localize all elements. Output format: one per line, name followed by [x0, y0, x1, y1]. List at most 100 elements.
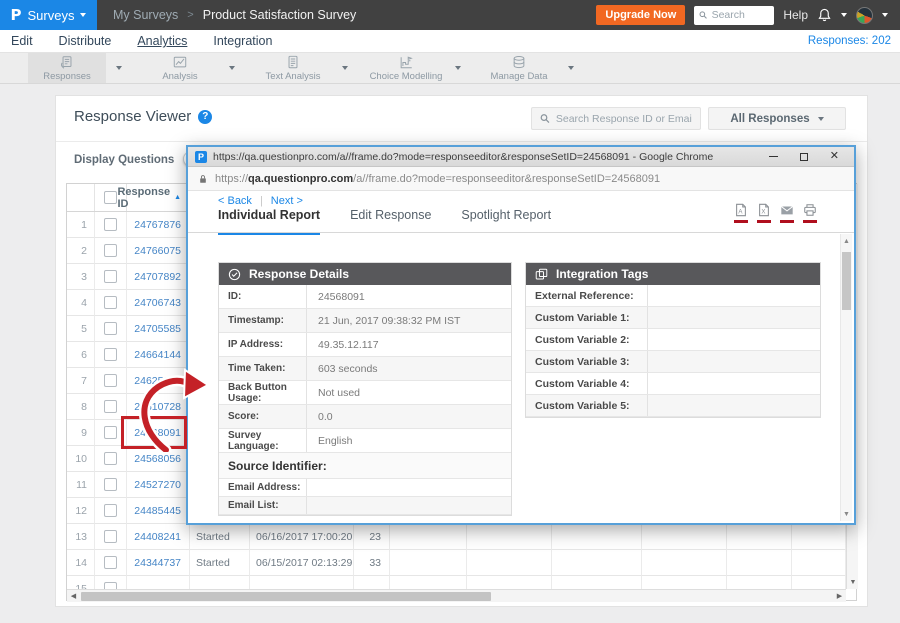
tab-spotlight-report[interactable]: Spotlight Report — [461, 203, 551, 235]
lock-icon — [198, 173, 208, 185]
manage-data-icon — [511, 55, 527, 70]
choice-modelling-tool[interactable]: Choice Modelling — [367, 53, 445, 83]
detail-row: Score:0.0 — [219, 405, 511, 429]
scroll-right-arrow-icon[interactable]: ▶ — [833, 590, 846, 602]
row-checkbox[interactable] — [104, 400, 117, 413]
row-checkbox[interactable] — [104, 452, 117, 465]
toolbar-group-responses: Responses — [28, 53, 132, 83]
response-id-link[interactable]: 24705585 — [127, 316, 190, 342]
row-checkbox[interactable] — [104, 296, 117, 309]
response-id-link[interactable]: 24408241 — [127, 524, 190, 550]
popup-vertical-scrollbar[interactable]: ▲ ▼ — [840, 234, 852, 521]
search-icon — [699, 10, 707, 20]
row-checkbox[interactable] — [104, 322, 117, 335]
notifications-bell-icon[interactable] — [817, 7, 832, 23]
scroll-up-arrow-icon[interactable]: ▲ — [841, 235, 852, 247]
excel-export-icon[interactable]: X — [757, 203, 771, 223]
help-link[interactable]: Help — [783, 8, 808, 22]
minimize-icon[interactable] — [769, 156, 778, 157]
row-checkbox[interactable] — [104, 504, 117, 517]
scroll-down-arrow-icon[interactable]: ▼ — [841, 508, 852, 520]
choice-modelling-dropdown-caret[interactable] — [445, 53, 471, 83]
response-id-link[interactable]: 24707892 — [127, 264, 190, 290]
window-title-bar[interactable]: P https://qa.questionpro.com/a//frame.do… — [188, 147, 854, 167]
display-questions-label: Display Questions — [74, 154, 174, 166]
integration-tag-row: Custom Variable 4: — [526, 373, 820, 395]
responses-dropdown-caret[interactable] — [106, 53, 132, 83]
text-analysis-tool[interactable]: Text Analysis — [254, 53, 332, 83]
response-search[interactable] — [531, 107, 701, 130]
response-search-input[interactable] — [556, 113, 692, 125]
response-id-link[interactable]: 24527270 — [127, 472, 190, 498]
horizontal-scroll-thumb[interactable] — [81, 592, 491, 601]
vertical-scroll-thumb[interactable] — [842, 252, 851, 310]
choice-modelling-icon — [398, 55, 414, 70]
menu-item-analytics[interactable]: Analytics — [137, 34, 187, 48]
manage-data-tool[interactable]: Manage Data — [480, 53, 558, 83]
pdf-export-icon[interactable]: A — [734, 203, 748, 223]
email-icon[interactable] — [780, 203, 794, 223]
maximize-icon[interactable] — [800, 153, 808, 161]
row-checkbox[interactable] — [104, 478, 117, 491]
text-analysis-dropdown-caret[interactable] — [332, 53, 358, 83]
menu-item-edit[interactable]: Edit — [11, 34, 33, 48]
row-checkbox[interactable] — [104, 530, 117, 543]
manage-data-dropdown-caret[interactable] — [558, 53, 584, 83]
response-id-header: Response ID — [117, 186, 170, 210]
row-checkbox[interactable] — [104, 348, 117, 361]
responses-icon — [59, 55, 75, 70]
row-checkbox[interactable] — [104, 218, 117, 231]
help-icon[interactable]: ? — [198, 110, 212, 124]
row-checkbox[interactable] — [104, 374, 117, 387]
response-details-header: Response Details — [219, 263, 511, 285]
responses-tool[interactable]: Responses — [28, 53, 106, 83]
global-search-input[interactable] — [712, 9, 770, 21]
analysis-tool[interactable]: Analysis — [141, 53, 219, 83]
response-id-link[interactable]: 24767876 — [127, 212, 190, 238]
user-avatar[interactable] — [856, 7, 873, 24]
row-checkbox[interactable] — [104, 582, 117, 589]
response-filter-dropdown[interactable]: All Responses — [708, 107, 846, 130]
response-id-link[interactable]: 24485445 — [127, 498, 190, 524]
account-chevron-icon[interactable] — [882, 13, 888, 17]
product-switcher[interactable]: P Surveys — [0, 0, 97, 30]
tab-individual-report[interactable]: Individual Report — [218, 203, 320, 235]
responses-count-link[interactable]: Responses: 202 — [808, 35, 900, 47]
breadcrumb-separator: > — [187, 9, 193, 21]
questionpro-favicon-icon: P — [195, 151, 207, 163]
menu-item-distribute[interactable]: Distribute — [59, 34, 112, 48]
tab-edit-response[interactable]: Edit Response — [350, 203, 431, 235]
response-id-link[interactable]: 24706743 — [127, 290, 190, 316]
address-bar[interactable]: https://qa.questionpro.com/a//frame.do?m… — [188, 167, 854, 191]
page-url: https://qa.questionpro.com/a//frame.do?m… — [215, 173, 660, 185]
table-horizontal-scrollbar[interactable]: ◀ ▶ — [67, 589, 846, 602]
upgrade-now-button[interactable]: Upgrade Now — [596, 5, 685, 25]
select-all-checkbox[interactable] — [104, 191, 117, 204]
row-checkbox[interactable] — [104, 270, 117, 283]
table-row: 1324408241Started06/16/2017 17:00:2023 — [67, 524, 856, 550]
check-circle-icon — [228, 268, 241, 281]
analysis-dropdown-caret[interactable] — [219, 53, 245, 83]
sort-ascending-icon[interactable]: ▲ — [174, 194, 181, 201]
row-checkbox[interactable] — [104, 556, 117, 569]
menu-item-integration[interactable]: Integration — [213, 34, 272, 48]
breadcrumb-my-surveys[interactable]: My Surveys — [113, 8, 178, 22]
window-title: https://qa.questionpro.com/a//frame.do?m… — [213, 151, 713, 163]
response-id-link[interactable]: 24766075 — [127, 238, 190, 264]
response-id-link[interactable]: 24344737 — [127, 550, 190, 576]
row-checkbox[interactable] — [104, 426, 117, 439]
integration-tags-rows: External Reference:Custom Variable 1:Cus… — [526, 285, 820, 417]
global-search[interactable] — [694, 6, 774, 25]
notifications-chevron-icon[interactable] — [841, 13, 847, 17]
integration-tag-row: Custom Variable 3: — [526, 351, 820, 373]
close-icon[interactable]: ✕ — [830, 151, 839, 162]
detail-row: ID:24568091 — [219, 285, 511, 309]
print-icon[interactable] — [803, 203, 817, 223]
integration-tags-header: Integration Tags — [526, 263, 820, 285]
scroll-left-arrow-icon[interactable]: ◀ — [67, 590, 80, 602]
scroll-down-arrow-icon[interactable]: ▼ — [847, 576, 859, 588]
response-details-rows: ID:24568091Timestamp:21 Jun, 2017 09:38:… — [219, 285, 511, 515]
menu-items: Edit Distribute Analytics Integration — [11, 34, 272, 48]
row-checkbox[interactable] — [104, 244, 117, 257]
toolbar-group-analysis: Analysis — [141, 53, 245, 83]
